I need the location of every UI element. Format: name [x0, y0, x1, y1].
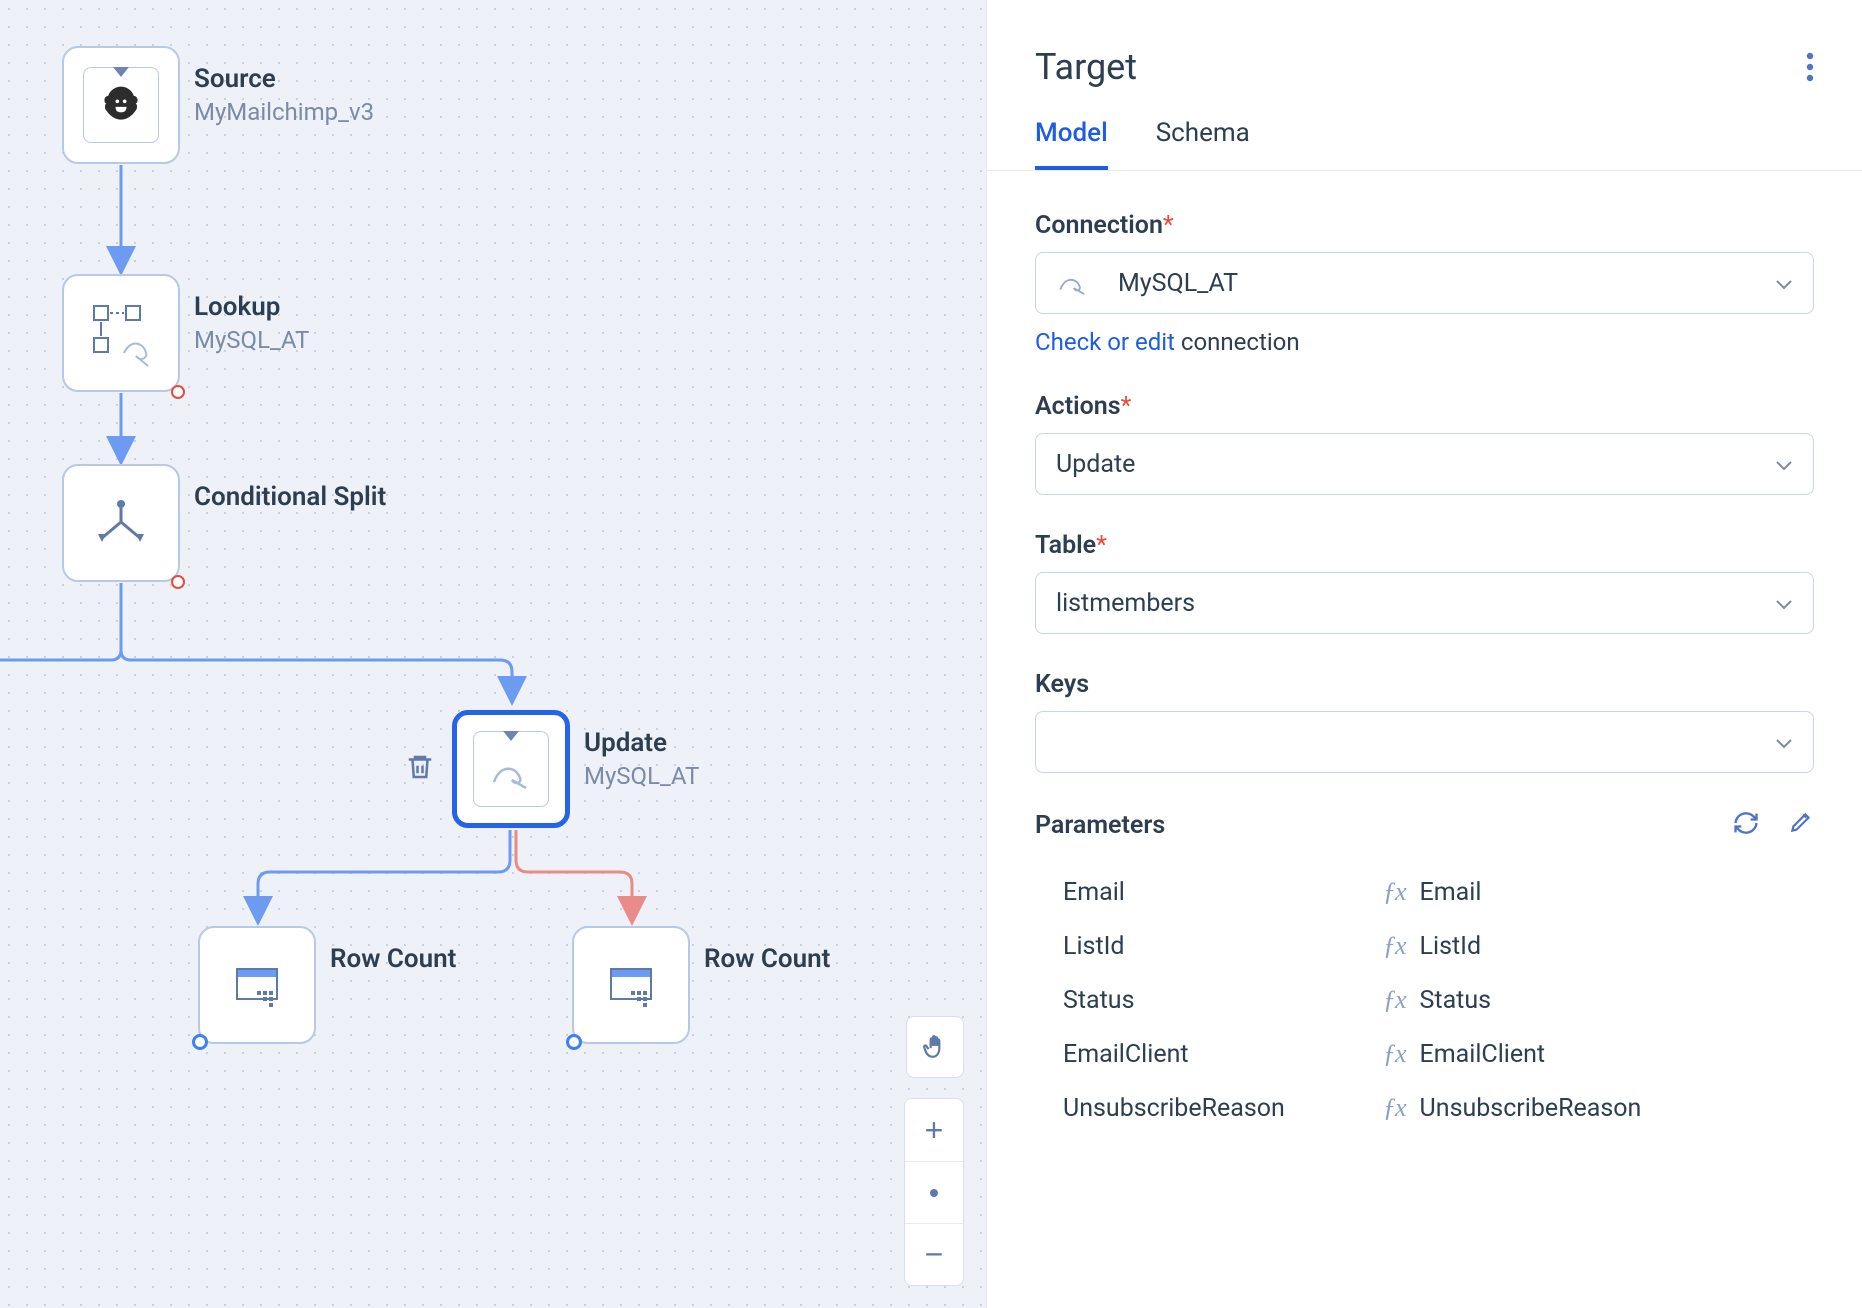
parameter-row[interactable]: EmailClientƒxEmailClient	[1035, 1027, 1814, 1081]
param-name: UnsubscribeReason	[1063, 1094, 1383, 1123]
param-name: ListId	[1063, 932, 1383, 961]
mysql-icon	[1056, 263, 1090, 304]
parameters-list: EmailƒxEmailListIdƒxListIdStatusƒxStatus…	[1035, 865, 1814, 1135]
fx-icon: ƒx	[1383, 931, 1406, 961]
edit-parameters-button[interactable]	[1788, 809, 1814, 841]
node-box[interactable]	[452, 710, 570, 828]
parameters-label: Parameters	[1035, 811, 1165, 840]
node-subtitle: MySQL_AT	[194, 326, 309, 354]
node-box[interactable]	[62, 274, 180, 392]
field-label: Keys	[1035, 670, 1814, 699]
node-lookup[interactable]: Lookup MySQL_AT	[62, 274, 309, 392]
panel-tabs: Model Schema	[987, 118, 1862, 171]
chevron-down-icon	[1775, 728, 1793, 757]
param-value: UnsubscribeReason	[1420, 1094, 1642, 1123]
node-title: Update	[584, 728, 699, 758]
more-options-button[interactable]	[1806, 52, 1814, 82]
select-value: Update	[1056, 450, 1135, 479]
chevron-down-icon	[1775, 269, 1793, 298]
node-title: Row Count	[704, 944, 830, 974]
param-name: Email	[1063, 878, 1383, 907]
error-indicator	[171, 575, 185, 589]
select-value: MySQL_AT	[1118, 269, 1238, 298]
parameters-header: Parameters	[1035, 809, 1814, 841]
node-update[interactable]: Update MySQL_AT	[452, 710, 699, 828]
node-title: Conditional Split	[194, 482, 386, 512]
node-labels: Row Count	[330, 926, 456, 978]
field-actions: Actions* Update	[1035, 392, 1814, 495]
node-title: Row Count	[330, 944, 456, 974]
fx-icon: ƒx	[1383, 1093, 1406, 1123]
node-row-count-2[interactable]: Row Count	[572, 926, 830, 1044]
node-box[interactable]	[572, 926, 690, 1044]
param-value: EmailClient	[1420, 1040, 1546, 1069]
tab-model[interactable]: Model	[1035, 118, 1108, 170]
field-label: Table*	[1035, 531, 1814, 560]
node-box[interactable]	[62, 464, 180, 582]
node-source[interactable]: Source MyMailchimp_v3	[62, 46, 374, 164]
parameter-row[interactable]: ListIdƒxListId	[1035, 919, 1814, 973]
output-port[interactable]	[192, 1034, 208, 1050]
connectors-layer	[0, 0, 986, 1308]
tab-schema[interactable]: Schema	[1156, 118, 1250, 170]
properties-panel: Target Model Schema Connection* MySQL_AT…	[986, 0, 1862, 1308]
fx-icon: ƒx	[1383, 985, 1406, 1015]
output-port[interactable]	[566, 1034, 582, 1050]
mailchimp-icon	[83, 67, 159, 143]
field-label: Actions*	[1035, 392, 1814, 421]
split-icon	[88, 490, 154, 556]
node-box[interactable]	[198, 926, 316, 1044]
zoom-fit-button[interactable]	[905, 1161, 963, 1223]
fx-icon: ƒx	[1383, 877, 1406, 907]
chevron-down-icon	[1775, 450, 1793, 479]
node-labels: Update MySQL_AT	[584, 710, 699, 790]
node-labels: Lookup MySQL_AT	[194, 274, 309, 354]
node-title: Lookup	[194, 292, 309, 322]
rowcount-icon	[229, 957, 285, 1013]
field-table: Table* listmembers	[1035, 531, 1814, 634]
parameter-row[interactable]: EmailƒxEmail	[1035, 865, 1814, 919]
rowcount-icon	[603, 957, 659, 1013]
flow-canvas[interactable]: Source MyMailchimp_v3 Lookup MySQL_AT	[0, 0, 986, 1308]
delete-node-button[interactable]	[405, 750, 435, 788]
node-labels: Row Count	[704, 926, 830, 978]
param-name: Status	[1063, 986, 1383, 1015]
fx-icon: ƒx	[1383, 1039, 1406, 1069]
node-labels: Source MyMailchimp_v3	[194, 46, 374, 126]
zoom-in-button[interactable]: +	[905, 1099, 963, 1161]
parameter-row[interactable]: StatusƒxStatus	[1035, 973, 1814, 1027]
pan-tool-button[interactable]	[906, 1016, 964, 1078]
param-name: EmailClient	[1063, 1040, 1383, 1069]
error-indicator	[171, 385, 185, 399]
node-row-count-1[interactable]: Row Count	[198, 926, 456, 1044]
mysql-icon	[473, 731, 549, 807]
node-conditional-split[interactable]: Conditional Split	[62, 464, 386, 582]
refresh-parameters-button[interactable]	[1732, 809, 1760, 841]
param-value: Email	[1420, 878, 1482, 907]
param-value: Status	[1420, 986, 1491, 1015]
node-subtitle: MySQL_AT	[584, 762, 699, 790]
keys-select[interactable]	[1035, 711, 1814, 773]
field-connection: Connection* MySQL_AT Check or edit conne…	[1035, 211, 1814, 356]
node-title: Source	[194, 64, 374, 94]
node-labels: Conditional Split	[194, 464, 386, 516]
node-box[interactable]	[62, 46, 180, 164]
parameter-row[interactable]: UnsubscribeReasonƒxUnsubscribeReason	[1035, 1081, 1814, 1135]
connection-select[interactable]: MySQL_AT	[1035, 252, 1814, 314]
check-or-edit-link[interactable]: Check or edit	[1035, 328, 1175, 356]
field-label: Connection*	[1035, 211, 1814, 240]
zoom-controls: + −	[904, 1098, 964, 1286]
node-subtitle: MyMailchimp_v3	[194, 98, 374, 126]
actions-select[interactable]: Update	[1035, 433, 1814, 495]
panel-title: Target	[1035, 46, 1137, 88]
lookup-icon	[86, 298, 156, 368]
table-select[interactable]: listmembers	[1035, 572, 1814, 634]
select-value: listmembers	[1056, 589, 1195, 618]
chevron-down-icon	[1775, 589, 1793, 618]
connection-helper: Check or edit connection	[1035, 328, 1814, 356]
field-keys: Keys	[1035, 670, 1814, 773]
zoom-out-button[interactable]: −	[905, 1223, 963, 1285]
param-value: ListId	[1420, 932, 1482, 961]
